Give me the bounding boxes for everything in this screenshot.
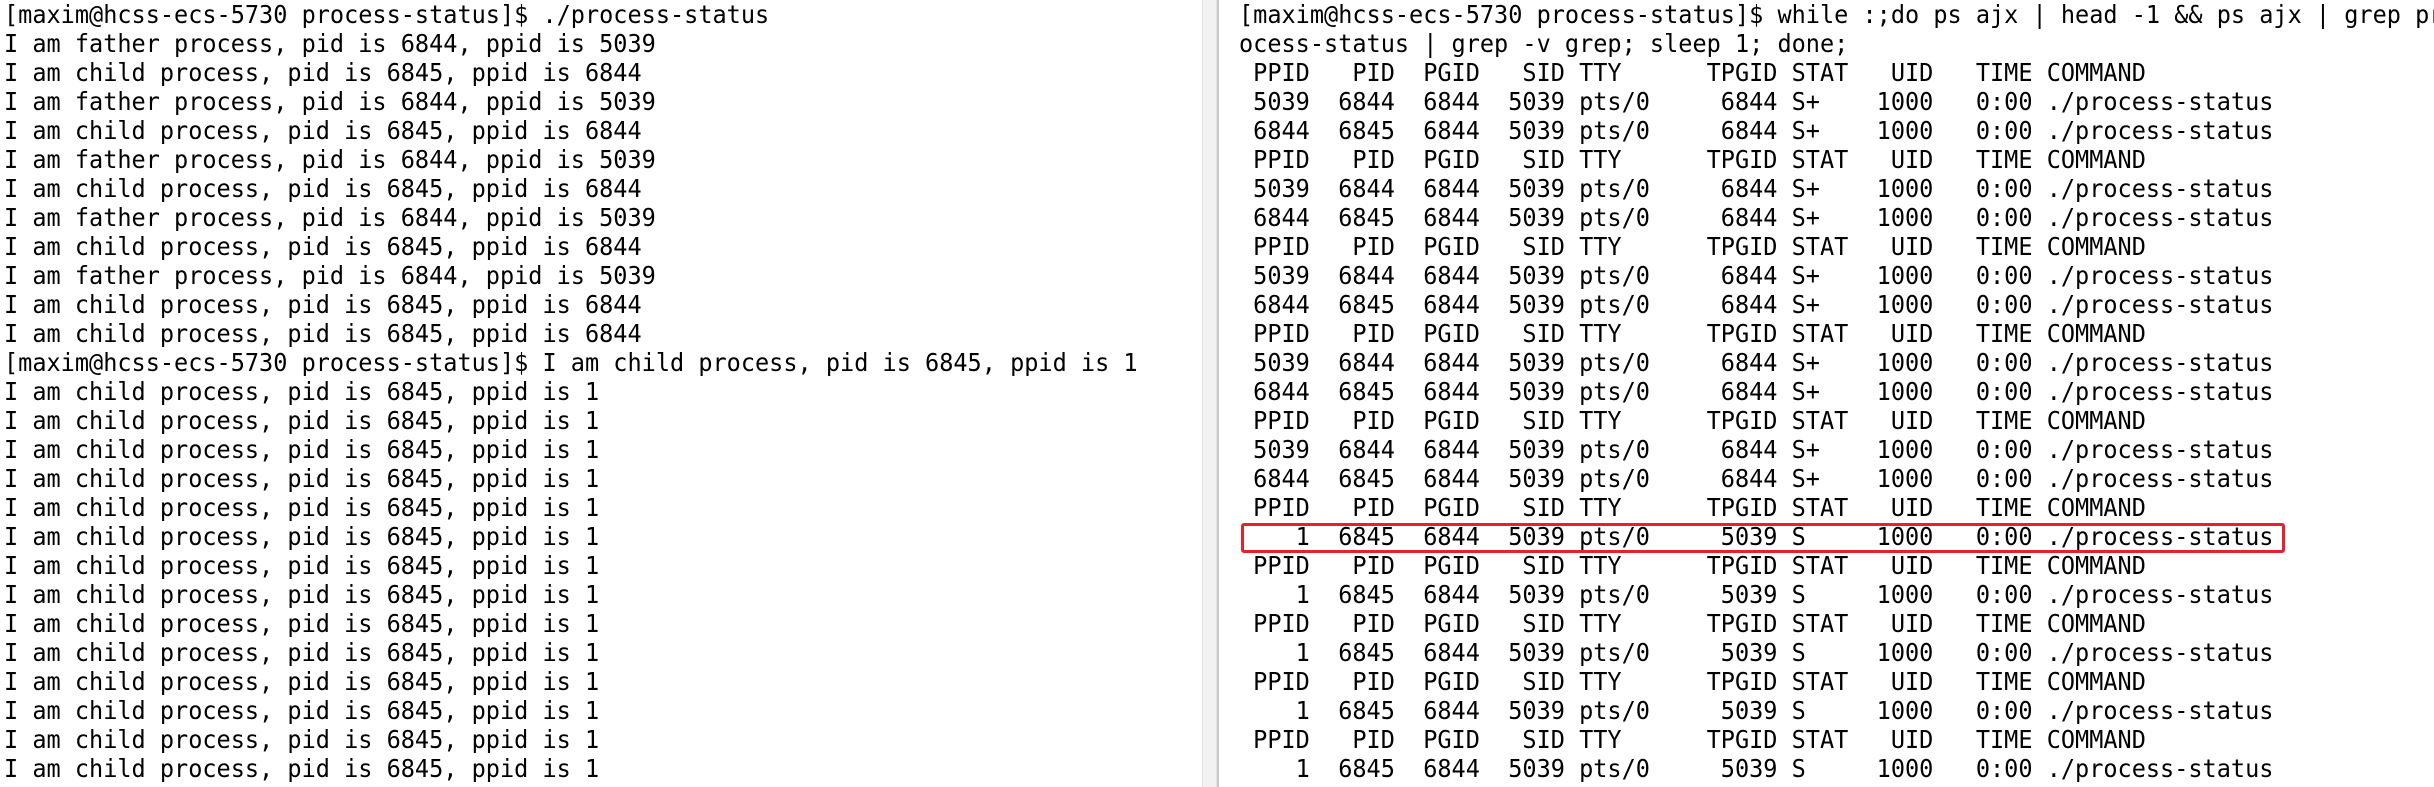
right-terminal-line: 5039 6844 6844 5039 pts/0 6844 S+ 1000 0… xyxy=(1239,348,2274,377)
left-terminal-line: I am child process, pid is 6845, ppid is… xyxy=(4,638,600,667)
right-terminal-line: [maxim@hcss-ecs-5730 process-status]$ wh… xyxy=(1239,0,2434,29)
left-terminal-line: [maxim@hcss-ecs-5730 process-status]$ ./… xyxy=(4,0,770,29)
left-terminal-line: I am child process, pid is 6845, ppid is… xyxy=(4,406,600,435)
right-terminal-line: 6844 6845 6844 5039 pts/0 6844 S+ 1000 0… xyxy=(1239,464,2274,493)
left-terminal-line: I am child process, pid is 6845, ppid is… xyxy=(4,522,600,551)
right-terminal-line: PPID PID PGID SID TTY TPGID STAT UID TIM… xyxy=(1239,725,2146,754)
left-terminal-line: I am father process, pid is 6844, ppid i… xyxy=(4,29,656,58)
right-terminal-line: 6844 6845 6844 5039 pts/0 6844 S+ 1000 0… xyxy=(1239,203,2274,232)
right-terminal-line: 1 6845 6844 5039 pts/0 5039 S 1000 0:00 … xyxy=(1239,638,2274,667)
right-terminal-line: 5039 6844 6844 5039 pts/0 6844 S+ 1000 0… xyxy=(1239,435,2274,464)
right-terminal-line: PPID PID PGID SID TTY TPGID STAT UID TIM… xyxy=(1239,232,2146,261)
left-terminal-line: I am father process, pid is 6844, ppid i… xyxy=(4,261,656,290)
left-terminal-line: I am father process, pid is 6844, ppid i… xyxy=(4,145,656,174)
right-terminal-line: PPID PID PGID SID TTY TPGID STAT UID TIM… xyxy=(1239,58,2146,87)
left-terminal-line: [maxim@hcss-ecs-5730 process-status]$ I … xyxy=(4,348,1138,377)
left-terminal-line: I am child process, pid is 6845, ppid is… xyxy=(4,232,642,261)
pane-splitter[interactable] xyxy=(1202,0,1217,787)
right-terminal-line: 5039 6844 6844 5039 pts/0 6844 S+ 1000 0… xyxy=(1239,174,2274,203)
left-terminal-line: I am child process, pid is 6845, ppid is… xyxy=(4,174,642,203)
left-terminal-line: I am father process, pid is 6844, ppid i… xyxy=(4,203,656,232)
left-terminal-line: I am father process, pid is 6844, ppid i… xyxy=(4,87,656,116)
left-terminal-line: I am child process, pid is 6845, ppid is… xyxy=(4,58,642,87)
left-terminal-line: I am child process, pid is 6845, ppid is… xyxy=(4,464,600,493)
right-terminal-line: 1 6845 6844 5039 pts/0 5039 S 1000 0:00 … xyxy=(1239,754,2274,783)
right-terminal-line: 6844 6845 6844 5039 pts/0 6844 S+ 1000 0… xyxy=(1239,377,2274,406)
right-terminal-line: ocess-status | grep -v grep; sleep 1; do… xyxy=(1239,29,1849,58)
right-terminal-line: 1 6845 6844 5039 pts/0 5039 S 1000 0:00 … xyxy=(1239,522,2274,551)
left-terminal-line: I am child process, pid is 6845, ppid is… xyxy=(4,580,600,609)
right-terminal-line: PPID PID PGID SID TTY TPGID STAT UID TIM… xyxy=(1239,145,2146,174)
right-terminal-pane[interactable]: [maxim@hcss-ecs-5730 process-status]$ wh… xyxy=(1223,0,2434,787)
left-terminal-line: I am child process, pid is 6845, ppid is… xyxy=(4,377,600,406)
right-terminal-line: PPID PID PGID SID TTY TPGID STAT UID TIM… xyxy=(1239,319,2146,348)
left-terminal-line: I am child process, pid is 6845, ppid is… xyxy=(4,754,600,783)
right-terminal-line: 6844 6845 6844 5039 pts/0 6844 S+ 1000 0… xyxy=(1239,116,2274,145)
left-terminal-line: I am child process, pid is 6845, ppid is… xyxy=(4,551,600,580)
left-terminal-line: I am child process, pid is 6845, ppid is… xyxy=(4,696,600,725)
right-terminal-line: PPID PID PGID SID TTY TPGID STAT UID TIM… xyxy=(1239,406,2146,435)
right-terminal-line: PPID PID PGID SID TTY TPGID STAT UID TIM… xyxy=(1239,493,2146,522)
right-terminal-line: 6844 6845 6844 5039 pts/0 6844 S+ 1000 0… xyxy=(1239,290,2274,319)
right-terminal-line: PPID PID PGID SID TTY TPGID STAT UID TIM… xyxy=(1239,667,2146,696)
left-terminal-line: I am child process, pid is 6845, ppid is… xyxy=(4,667,600,696)
right-terminal-line: PPID PID PGID SID TTY TPGID STAT UID TIM… xyxy=(1239,609,2146,638)
left-terminal-pane[interactable]: [maxim@hcss-ecs-5730 process-status]$ ./… xyxy=(0,0,1202,787)
right-terminal-line: 5039 6844 6844 5039 pts/0 6844 S+ 1000 0… xyxy=(1239,87,2274,116)
right-terminal-line: PPID PID PGID SID TTY TPGID STAT UID TIM… xyxy=(1239,551,2146,580)
left-terminal-line: I am child process, pid is 6845, ppid is… xyxy=(4,609,600,638)
left-terminal-line: I am child process, pid is 6845, ppid is… xyxy=(4,319,642,348)
left-terminal-line: I am child process, pid is 6845, ppid is… xyxy=(4,435,600,464)
right-terminal-line: 5039 6844 6844 5039 pts/0 6844 S+ 1000 0… xyxy=(1239,261,2274,290)
left-terminal-line: I am child process, pid is 6845, ppid is… xyxy=(4,290,642,319)
left-terminal-line: I am child process, pid is 6845, ppid is… xyxy=(4,493,600,522)
left-terminal-line: I am child process, pid is 6845, ppid is… xyxy=(4,725,600,754)
right-terminal-line: 1 6845 6844 5039 pts/0 5039 S 1000 0:00 … xyxy=(1239,580,2274,609)
left-terminal-line: I am child process, pid is 6845, ppid is… xyxy=(4,116,642,145)
right-terminal-line: 1 6845 6844 5039 pts/0 5039 S 1000 0:00 … xyxy=(1239,696,2274,725)
